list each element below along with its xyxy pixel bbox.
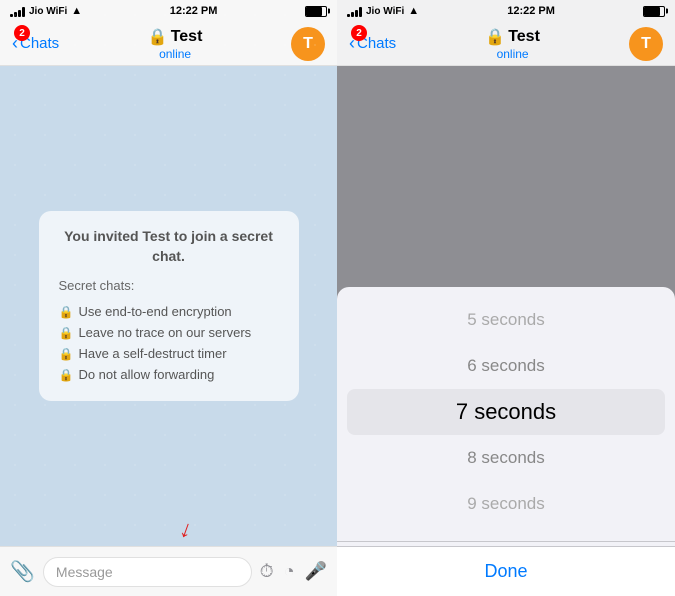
picker-done-button[interactable]: Done — [337, 546, 675, 596]
feature-label-4: Do not allow forwarding — [78, 367, 214, 382]
picker-item-7-selected[interactable]: 7 seconds — [347, 389, 665, 435]
list-item: 🔒 Have a self-destruct timer — [59, 343, 279, 364]
picker-item-8[interactable]: 8 seconds — [337, 435, 675, 481]
signal-bars-icon — [10, 6, 25, 17]
lock-icon: 🔒 — [59, 305, 74, 319]
wifi-icon-right: ▲ — [408, 5, 419, 17]
picker-divider — [337, 541, 675, 542]
chat-name-right: Test — [508, 28, 540, 46]
emoji-icon[interactable]: ◔ — [284, 561, 295, 582]
back-button-right[interactable]: 2 ‹ Chats — [349, 33, 396, 54]
battery-icon-right — [643, 6, 665, 17]
time-label-right: 12:22 PM — [507, 5, 555, 17]
timer-icon[interactable]: ⏱ — [260, 561, 274, 582]
time-label: 12:22 PM — [170, 5, 218, 17]
feature-label-2: Leave no trace on our servers — [78, 325, 251, 340]
nav-bar-right: 2 ‹ Chats 🔒 Test online T — [337, 22, 675, 66]
picker-item-6-label: 6 seconds — [467, 356, 545, 376]
lock-icon: 🔒 — [59, 368, 74, 382]
status-bar-right: Jio WiFi ▲ 12:22 PM — [337, 0, 675, 22]
feature-label-3: Have a self-destruct timer — [78, 346, 226, 361]
lock-icon: 🔒 — [59, 347, 74, 361]
avatar-left[interactable]: T — [291, 27, 325, 61]
picker-item-7-label: 7 seconds — [456, 399, 556, 425]
done-label: Done — [484, 561, 527, 582]
picker-item-6[interactable]: 6 seconds — [337, 343, 675, 389]
picker-list: 5 seconds 6 seconds 7 seconds 8 seconds … — [337, 287, 675, 537]
avatar-right[interactable]: T — [629, 27, 663, 61]
lock-icon-left: 🔒 — [148, 27, 168, 47]
secret-chat-subtitle: Secret chats: — [59, 278, 279, 293]
list-item: 🔒 Do not allow forwarding — [59, 364, 279, 385]
message-input-left[interactable]: Message — [43, 557, 252, 587]
status-bar-left: Jio WiFi ▲ 12:22 PM — [0, 0, 337, 22]
input-bar-left: 📎 Message ⏱ ◔ 🎤 — [0, 546, 337, 596]
carrier-label: Jio WiFi — [29, 6, 67, 17]
nav-title-left: 🔒 Test online — [148, 27, 203, 61]
picker-item-9[interactable]: 9 seconds — [337, 481, 675, 527]
nav-bar-left: 2 ‹ Chats 🔒 Test online T — [0, 22, 337, 66]
wifi-icon: ▲ — [71, 5, 82, 17]
chat-name-left: Test — [171, 28, 203, 46]
list-item: 🔒 Leave no trace on our servers — [59, 322, 279, 343]
picker-item-5-label: 5 seconds — [467, 310, 545, 330]
input-icons: ⏱ ◔ 🎤 — [260, 561, 327, 582]
signal-bars-right-icon — [347, 6, 362, 17]
attach-icon[interactable]: 📎 — [10, 559, 35, 584]
feature-label-1: Use end-to-end encryption — [78, 304, 231, 319]
message-placeholder: Message — [56, 564, 113, 580]
feature-list: 🔒 Use end-to-end encryption 🔒 Leave no t… — [59, 301, 279, 385]
status-bar-left-section: Jio WiFi ▲ — [10, 5, 82, 17]
status-bar-right-left: Jio WiFi ▲ — [347, 5, 419, 17]
picker-item-9-label: 9 seconds — [467, 494, 545, 514]
left-panel: Jio WiFi ▲ 12:22 PM 2 ‹ Chats 🔒 Test onl… — [0, 0, 337, 596]
lock-icon: 🔒 — [59, 326, 74, 340]
back-button-left[interactable]: 2 ‹ Chats — [12, 33, 59, 54]
picker-item-8-label: 8 seconds — [467, 448, 545, 468]
secret-chat-info-bubble: You invited Test to join a secret chat. … — [39, 211, 299, 401]
chat-area-left: You invited Test to join a secret chat. … — [0, 66, 337, 546]
picker-item-5[interactable]: 5 seconds — [337, 297, 675, 343]
time-picker-popup[interactable]: 5 seconds 6 seconds 7 seconds 8 seconds … — [337, 287, 675, 596]
carrier-label-right: Jio WiFi — [366, 6, 404, 17]
chat-status-left: online — [159, 47, 191, 61]
right-panel: Jio WiFi ▲ 12:22 PM 2 ‹ Chats 🔒 Test onl… — [337, 0, 675, 596]
lock-icon-right: 🔒 — [485, 27, 505, 47]
list-item: 🔒 Use end-to-end encryption — [59, 301, 279, 322]
secret-chat-title: You invited Test to join a secret chat. — [59, 227, 279, 266]
battery-icon — [305, 6, 327, 17]
chat-status-right: online — [497, 47, 529, 61]
chats-badge-right: 2 — [351, 25, 367, 41]
mic-icon[interactable]: 🎤 — [305, 561, 327, 582]
chats-badge-left: 2 — [14, 25, 30, 41]
battery-right-section — [643, 6, 665, 17]
nav-title-right: 🔒 Test online — [485, 27, 540, 61]
status-bar-right-section — [305, 6, 327, 17]
